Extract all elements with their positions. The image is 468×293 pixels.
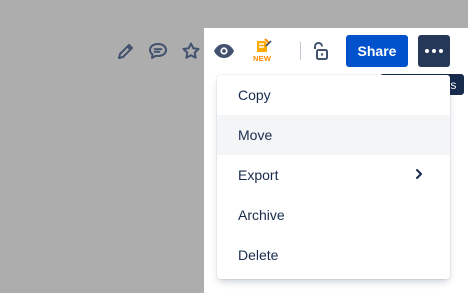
more-actions-menu: Copy Move Export Archive Delete: [217, 75, 450, 279]
unlock-icon[interactable]: [308, 39, 332, 63]
menu-list: Copy Move Export Archive Delete: [217, 75, 450, 275]
chevron-right-icon: [414, 167, 424, 184]
menu-item-export[interactable]: Export: [217, 155, 450, 195]
star-icon[interactable]: [179, 39, 203, 63]
menu-item-label: Archive: [238, 207, 285, 223]
menu-item-label: Move: [238, 127, 273, 143]
more-actions-button[interactable]: [418, 35, 450, 67]
more-icon-dot: [432, 49, 436, 53]
more-icon: [425, 49, 429, 53]
comment-icon[interactable]: [146, 39, 170, 63]
pencil-icon[interactable]: [114, 39, 138, 63]
more-icon-dot: [439, 49, 443, 53]
menu-item-archive[interactable]: Archive: [217, 195, 450, 235]
menu-item-copy[interactable]: Copy: [217, 75, 450, 115]
toolbar-divider: [300, 42, 301, 60]
new-feature-icon[interactable]: NEW: [250, 37, 276, 65]
eye-icon[interactable]: [211, 39, 237, 63]
menu-item-label: Export: [238, 167, 279, 183]
menu-item-label: Delete: [238, 247, 279, 263]
menu-item-delete[interactable]: Delete: [217, 235, 450, 275]
menu-item-label: Copy: [238, 87, 271, 103]
share-button[interactable]: Share: [346, 35, 408, 67]
new-badge: NEW: [253, 54, 272, 63]
menu-item-move[interactable]: Move: [217, 115, 450, 155]
